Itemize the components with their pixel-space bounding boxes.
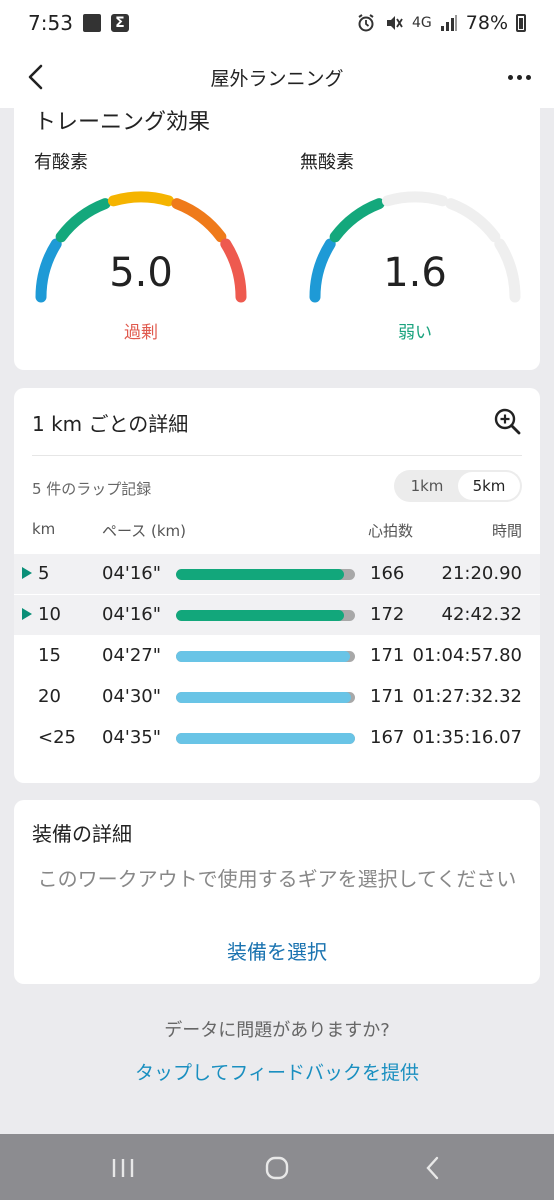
- signal-icon: [440, 15, 457, 31]
- segment-1km[interactable]: 1km: [396, 472, 458, 500]
- lap-pace: 04'27": [102, 645, 162, 666]
- anaerobic-value: 1.6: [383, 250, 447, 296]
- aerobic-value: 5.0: [109, 250, 173, 296]
- aerobic-label: 有酸素: [34, 152, 88, 173]
- lap-heart-rate: 172: [370, 604, 405, 625]
- pace-bar: [176, 569, 355, 580]
- mute-icon: [387, 16, 403, 30]
- alarm-icon: [358, 14, 374, 32]
- app-header: 屋外ランニング: [0, 46, 554, 108]
- pace-bar: [176, 610, 355, 621]
- page-title: 屋外ランニング: [210, 67, 344, 90]
- distance-segment-control: 1km 5km: [394, 470, 522, 502]
- expand-triangle-icon[interactable]: [22, 567, 32, 579]
- battery-percent: 78%: [465, 12, 508, 34]
- more-dot-icon: [507, 74, 513, 80]
- lap-pace: 04'35": [102, 727, 162, 748]
- lap-details-title: 1 km ごとの詳細: [32, 412, 189, 436]
- gauge-segment: [329, 198, 385, 243]
- anaerobic-status: 弱い: [398, 323, 432, 343]
- battery-icon: [516, 14, 526, 32]
- pace-bar-fill: [176, 610, 345, 621]
- gallery-notification-icon: [82, 14, 101, 32]
- gauge-segment: [171, 198, 227, 243]
- column-header-km: km: [32, 520, 56, 538]
- gear-details-title: 装備の詳細: [32, 822, 132, 846]
- table-row: 15 04'27" 171 01:04:57.80: [14, 636, 540, 676]
- recent-apps-icon[interactable]: [108, 1154, 138, 1182]
- lap-km: 20: [38, 686, 61, 707]
- lap-pace: 04'16": [102, 604, 162, 625]
- lap-pace: 04'16": [102, 563, 162, 584]
- pace-bar: [176, 651, 355, 662]
- status-time: 7:53: [28, 11, 73, 35]
- lap-km: 5: [38, 563, 50, 584]
- lap-heart-rate: 171: [370, 645, 405, 666]
- gear-details-card: 装備の詳細 このワークアウトで使用するギアを選択してください 装備を選択: [14, 800, 540, 984]
- lap-time: 42:42.32: [441, 604, 523, 625]
- feedback-question: データに問題がありますか?: [164, 1020, 390, 1041]
- lap-time: 01:04:57.80: [412, 645, 522, 666]
- lap-heart-rate: 167: [370, 727, 405, 748]
- pace-bar-fill: [176, 733, 355, 744]
- lap-time: 01:27:32.32: [412, 686, 522, 707]
- table-row[interactable]: 10 04'16" 172 42:42.32: [14, 595, 540, 635]
- gear-empty-message: このワークアウトで使用するギアを選択してください: [37, 867, 517, 891]
- lap-km: 10: [38, 604, 61, 625]
- divider: [32, 455, 522, 456]
- back-arrow-icon[interactable]: [20, 60, 54, 94]
- table-row: 20 04'30" 171 01:27:32.32: [14, 677, 540, 717]
- home-icon[interactable]: [262, 1154, 292, 1182]
- status-bar: 7:53 Σ 4G 78%: [0, 0, 554, 46]
- more-dot-icon: [516, 74, 522, 80]
- pace-bar: [176, 692, 355, 703]
- lap-details-card: 1 km ごとの詳細 5 件のラップ記録 1km 5km km ペース (km)…: [14, 388, 540, 783]
- pace-bar-fill: [176, 651, 350, 662]
- anaerobic-label: 無酸素: [300, 152, 354, 173]
- gauge-segment: [445, 198, 501, 243]
- lap-km: 15: [38, 645, 61, 666]
- sigma-notification-icon: Σ: [110, 14, 129, 32]
- lap-km: <25: [38, 727, 76, 748]
- pace-bar-fill: [176, 569, 345, 580]
- column-header-time: 時間: [491, 522, 522, 540]
- lap-pace: 04'30": [102, 686, 162, 707]
- pace-bar-fill: [176, 692, 352, 703]
- lap-time: 01:35:16.07: [412, 727, 522, 748]
- training-effect-title: トレーニング効果: [34, 110, 211, 135]
- lap-heart-rate: 171: [370, 686, 405, 707]
- segment-5km[interactable]: 5km: [458, 472, 520, 500]
- zoom-in-icon[interactable]: [492, 406, 522, 436]
- gauge-segment: [55, 198, 111, 243]
- select-gear-link[interactable]: 装備を選択: [14, 936, 540, 965]
- feedback-link[interactable]: タップしてフィードバックを提供: [0, 1058, 554, 1085]
- system-navigation-bar: [0, 1134, 554, 1200]
- more-options-button[interactable]: [502, 60, 536, 94]
- lap-heart-rate: 166: [370, 563, 405, 584]
- lap-time: 21:20.90: [441, 563, 523, 584]
- training-effect-card: トレーニング効果 有酸素 5.0 過剰 無酸素 1.6 弱い: [14, 100, 540, 370]
- gauge-segment: [107, 191, 175, 207]
- pace-bar: [176, 733, 355, 744]
- network-type: 4G: [412, 15, 432, 31]
- lap-count: 5 件のラップ記録: [32, 480, 152, 498]
- column-header-hr: 心拍数: [368, 522, 414, 540]
- table-row: <25 04'35" 167 01:35:16.07: [14, 718, 540, 758]
- expand-triangle-icon[interactable]: [22, 608, 32, 620]
- gauge-segment: [381, 191, 449, 207]
- table-row[interactable]: 5 04'16" 166 21:20.90: [14, 554, 540, 594]
- more-dot-icon: [525, 74, 531, 80]
- back-nav-icon[interactable]: [418, 1154, 448, 1182]
- column-header-pace: ペース (km): [102, 522, 187, 540]
- aerobic-status: 過剰: [124, 323, 158, 343]
